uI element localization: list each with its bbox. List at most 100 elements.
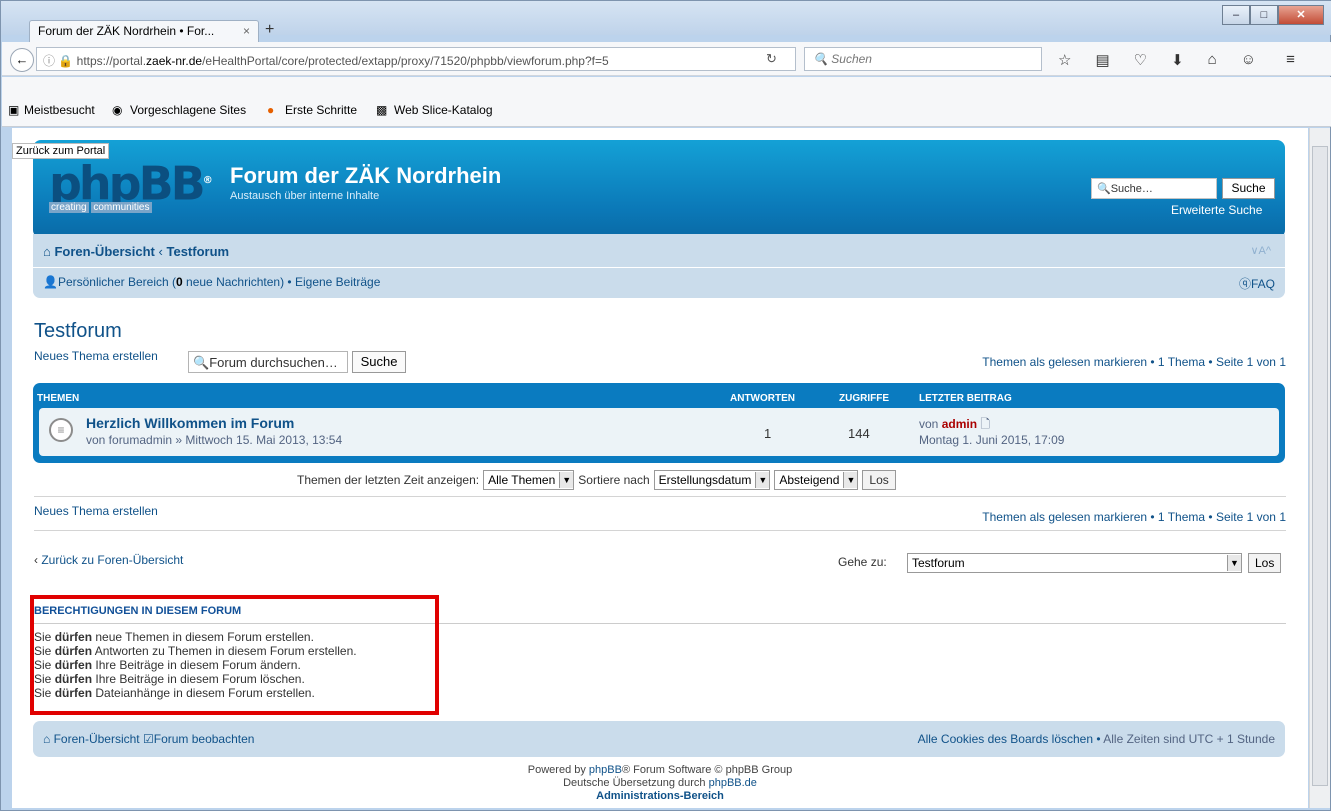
footer-links: ⌂ Foren-Übersicht ☑Forum beobachten [43,732,254,746]
sort-options: Themen der letzten Zeit anzeigen: Alle T… [297,470,896,490]
maximize-button[interactable]: □ [1250,5,1278,25]
chevron-down-icon: ▼ [843,472,858,488]
pagination-top: Themen als gelesen markieren • 1 Thema •… [982,355,1286,369]
site-description: Austausch über interne Inhalte [230,190,380,202]
logo-sub-creating: creating [49,202,89,214]
font-size-control[interactable]: ∨A^ [1250,244,1271,257]
header-search-value: Suche… [1110,183,1153,195]
phpbb-link[interactable]: phpBB [589,764,622,776]
url-bar[interactable]: ⓘ 🔒 https://portal.zaek-nr.de/eHealthPor… [36,47,796,71]
new-topic-link-bottom[interactable]: Neues Thema erstellen [34,504,158,518]
topic-title-link[interactable]: Herzlich Willkommen im Forum [86,415,294,431]
tab-close-icon[interactable]: × [243,24,250,38]
bookmark-suggested-sites[interactable]: Vorgeschlagene Sites [130,103,246,117]
own-posts-link[interactable]: Eigene Beiträge [295,275,380,289]
minimize-button[interactable]: – [1222,5,1250,25]
checkbox-icon[interactable]: ☑ [143,732,154,746]
window-controls: – □ ✕ [1222,5,1324,25]
last-post-info: von admin 🗋 Montag 1. Juni 2015, 17:09 [919,416,1064,448]
faq-link[interactable]: ⓠFAQ [1239,275,1275,292]
forum-search-button[interactable]: Suche [352,351,406,373]
page-info: Seite 1 von 1 [1215,355,1286,369]
back-to-index-link[interactable]: ‹ Zurück zu Foren-Übersicht [34,553,183,567]
col-header-replies: Antworten [730,393,795,404]
bookmark-most-visited[interactable]: Meistbesucht [24,103,95,117]
back-to-portal-link[interactable]: Zurück zum Portal [12,143,110,159]
topic-author-date: von forumadmin » Mittwoch 15. Mai 2013, … [86,433,343,447]
phpbb-de-link[interactable]: phpBB.de [709,777,757,789]
back-to-index-label: Zurück zu Foren-Übersicht [41,553,184,567]
menu-icon[interactable]: ≡ [1286,51,1295,69]
download-icon[interactable]: ⬇ [1171,51,1184,69]
close-window-button[interactable]: ✕ [1278,5,1324,25]
watch-forum-link[interactable]: Forum beobachten [154,732,255,746]
mark-read-link-bottom[interactable]: Themen als gelesen markieren [982,510,1147,524]
sort-time-select[interactable]: Alle Themen ▼ [483,470,575,490]
admin-panel-link[interactable]: Administrations-Bereich [596,790,724,802]
forum-search-input[interactable]: 🔍Forum durchsuchen… [188,351,348,373]
last-post-author-link[interactable]: admin [942,417,977,431]
sort-direction-select[interactable]: Absteigend ▼ [774,470,859,490]
bookmarks-list-icon[interactable]: ▤ [1095,51,1109,69]
scrollbar-thumb[interactable] [1312,146,1328,786]
tab-title: Forum der ZÄK Nordrhein • For... [38,24,215,38]
col-header-topics: Themen [37,393,80,404]
url-path: /eHealthPortal/core/protected/extapp/pro… [202,54,609,68]
ucp-prefix: Persönlicher Bereich ( [57,275,177,289]
pocket-icon[interactable]: ♡ [1134,51,1147,69]
delete-cookies-link[interactable]: Alle Cookies des Boards löschen [918,732,1093,746]
timezone-info: Alle Zeiten sind UTC + 1 Stunde [1103,732,1275,746]
back-button[interactable]: ← [10,48,34,72]
lock-icon: 🔒 [58,54,74,68]
sort-go-button[interactable]: Los [862,470,896,490]
new-tab-button[interactable]: + [265,21,274,39]
browser-search-placeholder: Suchen [831,52,872,66]
view-latest-post-icon[interactable]: 🗋 [980,417,990,431]
chat-icon[interactable]: ☺ [1241,51,1256,69]
topic-read-icon: ≡ [49,418,73,442]
crumb-forum-link[interactable]: Testforum [166,244,229,259]
crumb-index-link[interactable]: Foren-Übersicht [54,244,154,259]
home-icon: ⌂ [43,732,51,746]
crumb-separator: ‹ [158,244,163,259]
site-name[interactable]: Forum der ZÄK Nordrhein [230,163,501,189]
tab-active[interactable]: Forum der ZÄK Nordrhein • For... × [29,20,259,42]
header-search-input[interactable]: 🔍Suche… [1091,178,1217,199]
sort-by-select[interactable]: Erstellungsdatum ▼ [653,470,771,490]
mark-read-link[interactable]: Themen als gelesen markieren [982,355,1147,369]
home-icon: ⌂ [43,244,51,259]
navigation-toolbar: ← ⓘ 🔒 https://portal.zaek-nr.de/eHealthP… [2,42,1331,76]
forum-footer: ⌂ Foren-Übersicht ☑Forum beobachten Alle… [33,721,1285,757]
bookmark-getting-started[interactable]: Erste Schritte [285,103,357,117]
topics-table: Themen Antworten Zugriffe Letzter Beitra… [33,383,1285,463]
bookmark-star-icon[interactable]: ☆ [1058,51,1071,69]
user-icon: 👤 [43,275,58,289]
reload-icon[interactable]: ↻ [766,51,777,67]
divider [34,530,1286,531]
pagination-bottom: Themen als gelesen markieren • 1 Thema •… [982,510,1286,524]
globe-icon: ◉ [112,103,123,117]
home-icon[interactable]: ⌂ [1208,51,1217,69]
phpbb-logo[interactable]: phpBB® creating communities [49,158,213,214]
footer-index-link[interactable]: Foren-Übersicht [54,732,140,746]
bookmark-web-slice[interactable]: Web Slice-Katalog [394,103,493,117]
info-icon[interactable]: ⓘ [43,54,55,68]
col-header-last-post: Letzter Beitrag [919,393,1012,404]
last-post-date: Montag 1. Juni 2015, 17:09 [919,433,1065,447]
divider [34,496,1286,497]
advanced-search-link[interactable]: Erweiterte Suche [1171,203,1262,217]
jump-select[interactable]: Testforum ▼ [907,553,1242,573]
vertical-scrollbar[interactable] [1309,128,1330,808]
last-post-by: von [919,417,939,431]
browser-search-input[interactable]: 🔍 Suchen [804,47,1042,71]
header-search-button[interactable]: Suche [1222,178,1275,199]
forum-title[interactable]: Testforum [34,320,122,343]
jump-go-button[interactable]: Los [1248,553,1282,573]
col-header-views: Zugriffe [839,393,889,404]
new-topic-link[interactable]: Neues Thema erstellen [34,349,158,363]
ucp-suffix: neue Nachrichten) [182,275,285,289]
topic-replies: 1 [764,426,772,441]
search-icon: 🔍 [193,355,210,370]
forum-header: phpBB® creating communities Forum der ZÄ… [33,140,1285,238]
ucp-link[interactable]: Persönlicher Bereich (0 neue Nachrichten… [58,275,284,289]
